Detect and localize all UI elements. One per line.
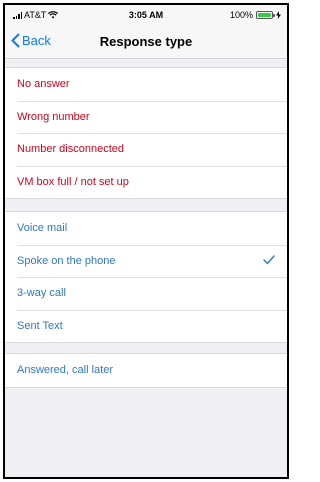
negative-responses-group: No answer Wrong number Number disconnect… [5, 67, 287, 199]
option-3-way-call[interactable]: 3-way call [5, 277, 287, 310]
option-wrong-number[interactable]: Wrong number [5, 100, 287, 134]
contact-responses-group: Voice mail Spoke on the phone 3-way call… [5, 211, 287, 343]
checkmark-icon [263, 254, 275, 264]
page-title: Response type [99, 34, 193, 49]
option-label: No answer [17, 78, 70, 91]
option-label: Spoke on the phone [17, 254, 116, 267]
option-label: Wrong number [17, 110, 90, 123]
option-no-answer[interactable]: No answer [5, 68, 287, 101]
option-label: Number disconnected [17, 143, 125, 156]
option-label: Sent Text [17, 319, 63, 332]
status-right: 100% [230, 10, 281, 20]
option-label: Voice mail [17, 222, 68, 235]
option-label: 3-way call [17, 287, 66, 300]
option-vm-box-full[interactable]: VM box full / not set up [5, 165, 287, 199]
option-spoke-on-phone[interactable]: Spoke on the phone [5, 244, 287, 278]
option-sent-text[interactable]: Sent Text [5, 309, 287, 343]
followup-responses-group: Answered, call later [5, 353, 287, 388]
response-type-list: No answer Wrong number Number disconnect… [5, 59, 287, 388]
option-number-disconnected[interactable]: Number disconnected [5, 133, 287, 166]
option-label: VM box full / not set up [17, 175, 129, 188]
battery-percent: 100% [229, 10, 253, 20]
option-answered-call-later[interactable]: Answered, call later [5, 354, 287, 387]
option-voice-mail[interactable]: Voice mail [5, 212, 287, 245]
battery-icon [256, 11, 275, 19]
phone-screen: AT&T 3:05 AM 100% Back Response type No … [3, 3, 289, 479]
status-bar: AT&T 3:05 AM 100% [5, 5, 287, 25]
option-label: Answered, call later [17, 364, 113, 377]
navigation-bar: Back Response type [5, 25, 287, 59]
charging-bolt-icon [276, 11, 281, 19]
